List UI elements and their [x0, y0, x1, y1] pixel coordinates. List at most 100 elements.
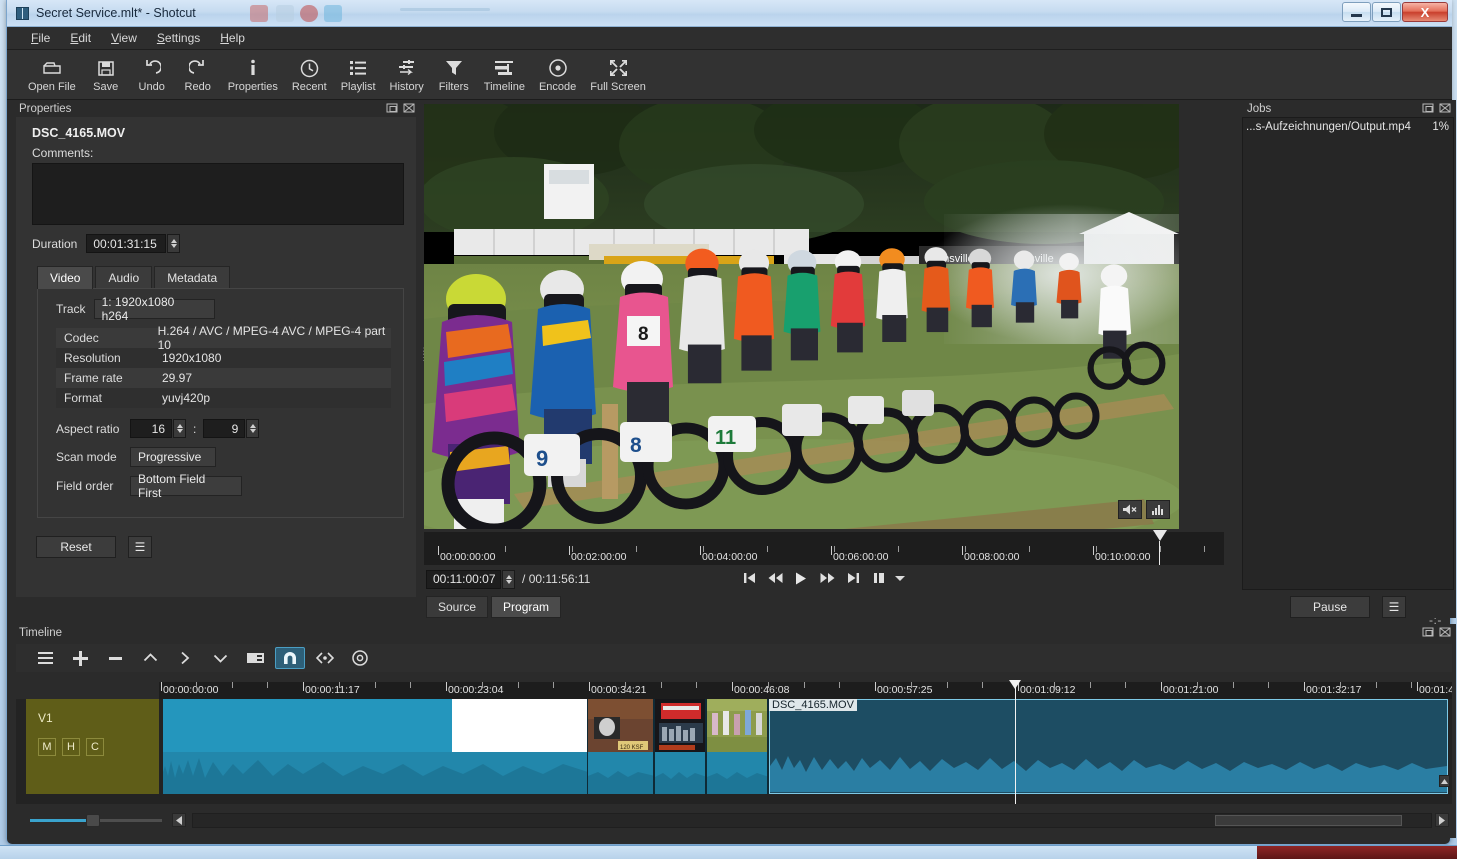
scrollbar-thumb[interactable] [1215, 815, 1402, 826]
mute-track-button[interactable]: M [38, 738, 56, 756]
skip-next-button[interactable] [840, 567, 866, 589]
lock-track-button[interactable]: C [86, 738, 104, 756]
audio-levels-button[interactable] [1146, 500, 1170, 519]
menu-settings[interactable]: Settings [147, 29, 210, 47]
zoom-slider-knob[interactable] [86, 814, 100, 827]
float-icon[interactable] [386, 102, 399, 115]
lift-button[interactable] [135, 647, 165, 669]
menu-file[interactable]: File [21, 29, 60, 47]
marker-button[interactable] [240, 647, 270, 669]
table-row[interactable]: DSC_4165.MOV [769, 699, 1448, 794]
tab-audio[interactable]: Audio [95, 266, 152, 289]
aspect-height-field[interactable]: 9 [203, 419, 245, 438]
undo-button[interactable]: Undo [129, 55, 175, 94]
scroll-left-button[interactable] [172, 813, 186, 827]
track-select[interactable]: 1: 1920x1080 h264 [94, 299, 215, 319]
timeline-menu-button[interactable] [30, 647, 60, 669]
timeline-ruler[interactable]: 00:00:00:00 00:00:11:17 00:00:23:04 00:0… [159, 682, 1452, 699]
timecode-stepper[interactable] [502, 570, 515, 589]
table-row[interactable] [163, 699, 588, 794]
left-splitter-handle[interactable]: ⋮⋮⋮ [419, 350, 423, 359]
timeline-horizontal-scrollbar[interactable] [192, 813, 1432, 828]
comments-textarea[interactable] [32, 163, 404, 225]
timeline-vertical-scroll-up[interactable] [1439, 775, 1450, 787]
menu-help[interactable]: Help [210, 29, 255, 47]
menu-edit[interactable]: Edit [60, 29, 101, 47]
rewind-button[interactable] [762, 567, 788, 589]
properties-body: DSC_4165.MOV Comments: Duration 00:01:31… [16, 117, 416, 597]
ruler-label: 00:00:46:08 [734, 684, 789, 696]
properties-menu-button[interactable]: ☰ [128, 536, 152, 558]
fast-forward-button[interactable] [814, 567, 840, 589]
duration-stepper[interactable] [167, 234, 180, 253]
aspect-height-stepper[interactable] [246, 419, 259, 438]
scan-mode-select[interactable]: Progressive [130, 447, 216, 467]
menu-view[interactable]: View [101, 29, 147, 47]
scrub-while-dragging-button[interactable] [310, 647, 340, 669]
ruler-label: 00:08:00:00 [964, 551, 1019, 563]
overwrite-button[interactable] [170, 647, 200, 669]
split-button[interactable] [205, 647, 235, 669]
ripple-all-tracks-button[interactable] [345, 647, 375, 669]
grab-frame-button[interactable] [866, 567, 892, 589]
jobs-list[interactable]: ...s-Aufzeichnungen/Output.mp4 1% [1242, 117, 1454, 590]
svg-text:8: 8 [630, 434, 642, 457]
player-scrub-bar[interactable]: 00:00:00:00 00:02:00:00 00:04:00:00 00:0… [424, 532, 1224, 565]
properties-button[interactable]: Properties [221, 55, 285, 94]
recent-button[interactable]: Recent [285, 55, 334, 94]
current-timecode-field[interactable]: 00:11:00:07 [426, 570, 501, 589]
timeline-zoom-slider[interactable] [30, 812, 162, 828]
ruler-label: 00:00:34:21 [591, 684, 646, 696]
table-row[interactable]: 120 KSF [588, 699, 655, 794]
playlist-button[interactable]: Playlist [334, 55, 383, 94]
video-preview[interactable]: amsville amsville [424, 104, 1179, 529]
ripple-delete-button[interactable] [100, 647, 130, 669]
maximize-button[interactable] [1372, 2, 1401, 22]
open-file-button[interactable]: Open File [21, 55, 83, 94]
tab-video[interactable]: Video [37, 266, 93, 289]
full-screen-button[interactable]: Full Screen [583, 55, 653, 94]
scroll-right-button[interactable] [1435, 813, 1449, 827]
grab-frame-menu-button[interactable] [892, 567, 908, 589]
float-icon[interactable] [1422, 626, 1435, 639]
mute-button[interactable] [1118, 500, 1142, 519]
field-order-select[interactable]: Bottom Field First [130, 476, 242, 496]
list-item[interactable]: ...s-Aufzeichnungen/Output.mp4 1% [1243, 118, 1453, 133]
player-playhead[interactable] [1153, 530, 1167, 541]
close-icon[interactable] [403, 102, 416, 115]
aspect-width-stepper[interactable] [173, 419, 186, 438]
clip-label: DSC_4165.MOV [769, 699, 857, 711]
jobs-menu-button[interactable]: ☰ [1382, 596, 1406, 618]
reset-button[interactable]: Reset [36, 536, 116, 558]
play-button[interactable] [788, 567, 814, 589]
skip-previous-button[interactable] [736, 567, 762, 589]
duration-field[interactable]: 00:01:31:15 [86, 234, 166, 253]
redo-button[interactable]: Redo [175, 55, 221, 94]
tab-metadata[interactable]: Metadata [154, 266, 230, 289]
minimize-button[interactable] [1342, 2, 1371, 22]
timeline-button[interactable]: Timeline [477, 55, 532, 94]
table-row[interactable] [655, 699, 707, 794]
close-button[interactable]: X [1402, 2, 1448, 22]
append-button[interactable] [65, 647, 95, 669]
titlebar-background-artifacts [250, 3, 580, 25]
table-row: Format yuvj420p [56, 388, 391, 408]
float-icon[interactable] [1422, 102, 1435, 115]
close-icon[interactable] [1439, 626, 1452, 639]
track-head-v1[interactable]: V1 M H C [26, 699, 159, 794]
rewind-icon [768, 572, 783, 584]
encode-button[interactable]: Encode [532, 55, 583, 94]
timeline-playhead[interactable] [1015, 682, 1016, 804]
hide-track-button[interactable]: H [62, 738, 80, 756]
history-button[interactable]: History [383, 55, 431, 94]
tab-source[interactable]: Source [426, 596, 488, 618]
filters-button[interactable]: Filters [431, 55, 477, 94]
tab-program[interactable]: Program [491, 596, 561, 618]
snap-button[interactable] [275, 647, 305, 669]
taskbar-item[interactable] [1257, 846, 1457, 859]
aspect-width-field[interactable]: 16 [130, 419, 172, 438]
close-icon[interactable] [1439, 102, 1452, 115]
save-button[interactable]: Save [83, 55, 129, 94]
pause-button[interactable]: Pause [1290, 596, 1370, 618]
table-row[interactable] [707, 699, 769, 794]
